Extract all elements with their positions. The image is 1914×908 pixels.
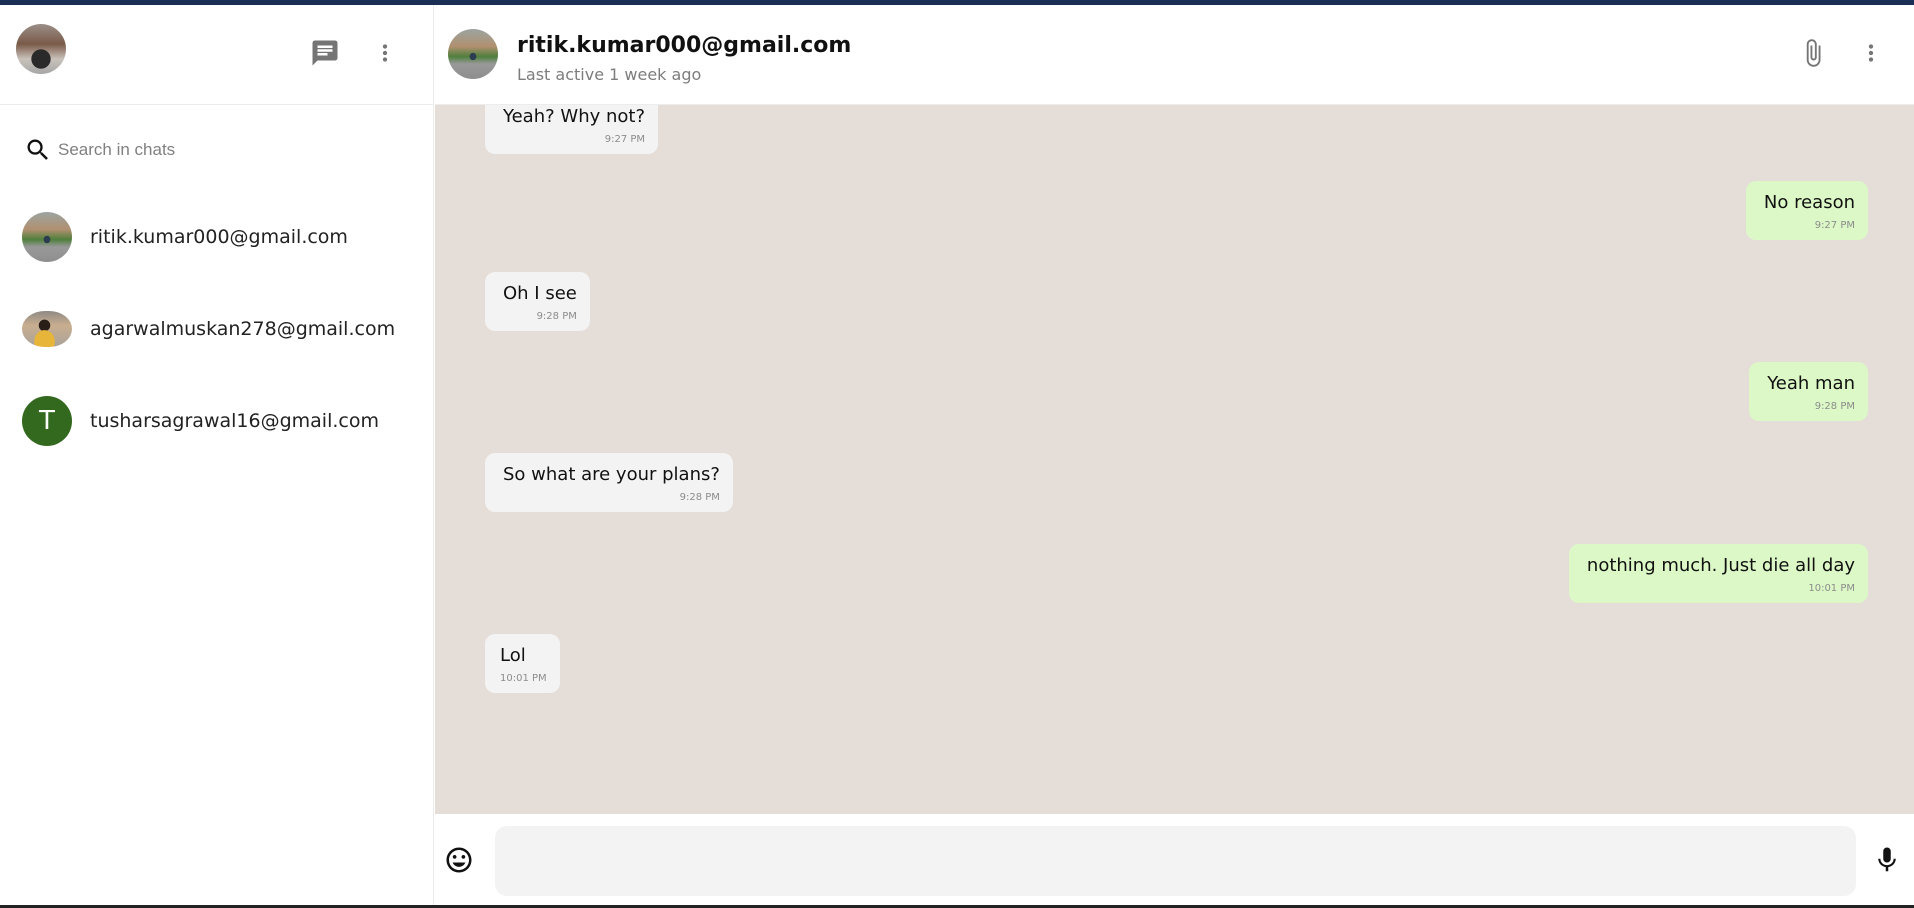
contact-status: Last active 1 week ago [517, 65, 702, 84]
message-text: No reason [1763, 192, 1855, 213]
conversation-panel: ritik.kumar000@gmail.com Last active 1 w… [435, 5, 1914, 905]
message-incoming: Oh I see 9:28 PM [485, 272, 590, 331]
chat-list-item[interactable]: agarwalmuskan278@gmail.com [0, 283, 434, 375]
contact-avatar [22, 311, 72, 347]
message-text: nothing much. Just die all day [1586, 555, 1855, 576]
search-input[interactable] [58, 140, 418, 160]
emoji-button[interactable] [439, 840, 479, 880]
sidebar-menu-button[interactable] [365, 33, 405, 73]
message-time: 9:27 PM [604, 134, 646, 145]
avatar-initial: T [39, 406, 55, 436]
message-input[interactable] [495, 826, 1856, 896]
message-outgoing: nothing much. Just die all day 10:01 PM [1568, 544, 1868, 603]
message-time: 9:28 PM [679, 492, 720, 503]
chat-name: agarwalmuskan278@gmail.com [90, 318, 396, 340]
message-time: 9:27 PM [1814, 220, 1855, 231]
contact-name: ritik.kumar000@gmail.com [517, 33, 852, 58]
message-text: Lol [500, 645, 526, 666]
conversation-menu-button[interactable] [1851, 33, 1891, 73]
message-composer [435, 814, 1914, 905]
contact-avatar[interactable] [448, 29, 498, 79]
attach-button[interactable] [1793, 33, 1833, 73]
message-text: Yeah man [1767, 373, 1855, 394]
emoji-icon [446, 847, 472, 873]
conversation-header: ritik.kumar000@gmail.com Last active 1 w… [435, 5, 1914, 105]
chat-list-item[interactable]: T tusharsagrawal16@gmail.com [0, 375, 434, 467]
contact-avatar [22, 212, 72, 262]
message-time: 9:28 PM [1814, 401, 1855, 412]
search-icon [27, 139, 48, 160]
chat-list: ritik.kumar000@gmail.com agarwalmuskan27… [0, 191, 434, 467]
voice-message-button[interactable] [1867, 840, 1907, 880]
user-avatar[interactable] [16, 24, 66, 74]
message-time: 10:01 PM [1808, 583, 1855, 594]
message-time: 9:28 PM [536, 311, 577, 322]
sidebar-header [0, 5, 433, 105]
message-incoming: Lol 10:01 PM [485, 634, 560, 693]
paperclip-icon [1806, 39, 1821, 67]
message-text: Yeah? Why not? [503, 106, 646, 127]
chat-icon [312, 40, 338, 66]
message-text: So what are your plans? [503, 464, 720, 485]
message-incoming: Yeah? Why not? 9:27 PM [485, 105, 659, 154]
message-time: 10:01 PM [500, 673, 547, 684]
message-list: Yeah? Why not? 9:27 PM No reason 9:27 PM… [435, 105, 1914, 814]
search-bar [0, 123, 434, 177]
chat-list-item[interactable]: ritik.kumar000@gmail.com [0, 191, 434, 283]
message-outgoing: No reason 9:27 PM [1745, 181, 1868, 240]
mic-icon [1878, 847, 1896, 872]
new-chat-button[interactable] [305, 33, 345, 73]
more-vert-icon [1868, 44, 1874, 62]
chat-name: ritik.kumar000@gmail.com [90, 226, 348, 248]
message-text: Oh I see [503, 283, 577, 304]
sidebar: ritik.kumar000@gmail.com agarwalmuskan27… [0, 5, 434, 905]
contact-avatar: T [22, 396, 72, 446]
chat-name: tusharsagrawal16@gmail.com [90, 410, 379, 432]
message-incoming: So what are your plans? 9:28 PM [485, 453, 733, 512]
more-vert-icon [382, 44, 388, 62]
message-outgoing: Yeah man 9:28 PM [1749, 362, 1868, 421]
